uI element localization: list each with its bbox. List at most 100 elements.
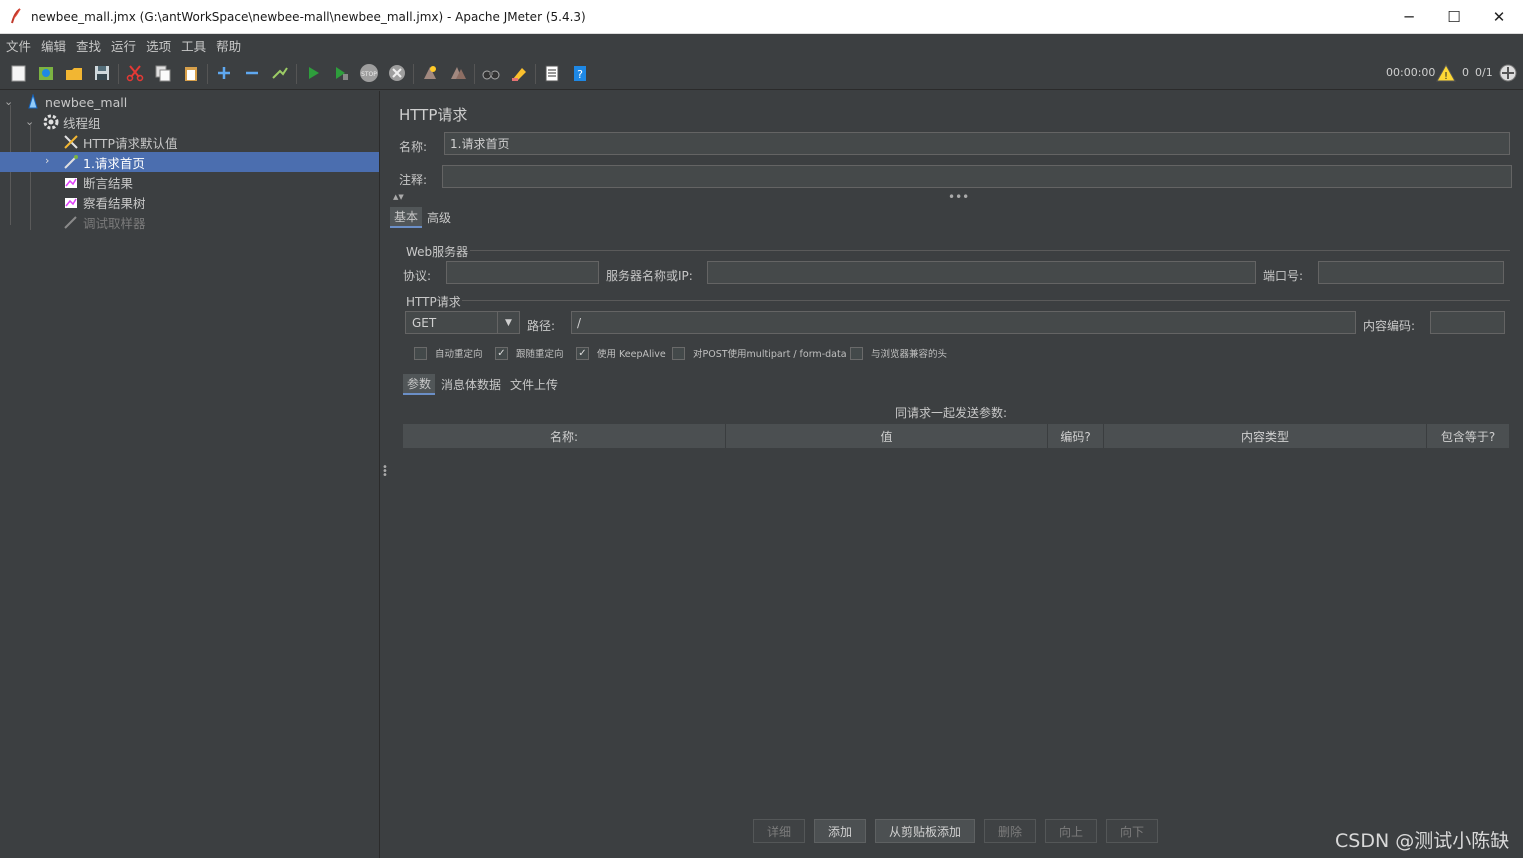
stop-icon[interactable]: STOP (358, 62, 380, 84)
pipette-icon (62, 153, 80, 171)
shutdown-icon[interactable] (386, 62, 408, 84)
section-divider[interactable]: ▲▼ ••• (388, 190, 1523, 204)
copy-icon[interactable] (152, 62, 174, 84)
menu-options[interactable]: 选项 (146, 36, 171, 55)
toggle-icon[interactable] (269, 62, 291, 84)
reset-search-icon[interactable] (508, 62, 530, 84)
move-up-button[interactable]: 向上 (1045, 819, 1097, 843)
auto-redirect-checkbox[interactable]: 自动重定向 (414, 346, 483, 360)
comment-field[interactable] (442, 165, 1512, 188)
menu-file[interactable]: 文件 (6, 36, 31, 55)
path-label: 路径: (527, 319, 556, 333)
active-threads: 0/1 (1475, 66, 1493, 79)
save-icon[interactable] (91, 62, 113, 84)
name-field[interactable]: 1.请求首页 (444, 132, 1510, 155)
tab-basic[interactable]: 基本 (390, 207, 423, 228)
svg-text:STOP: STOP (361, 71, 377, 78)
tree-node-view-results-tree[interactable]: 察看结果树 (62, 192, 146, 212)
collapse-all-icon[interactable] (241, 62, 263, 84)
menu-tools[interactable]: 工具 (181, 36, 206, 55)
expand-sampler-chevron-icon[interactable]: › (45, 154, 49, 167)
collapse-arrows-icon[interactable]: ▲▼ (393, 193, 404, 201)
tree-node-http-defaults[interactable]: HTTP请求默认值 (62, 132, 178, 152)
detail-button[interactable]: 详细 (753, 819, 805, 843)
warning-icon[interactable]: ! (1435, 62, 1457, 84)
menu-search[interactable]: 查找 (76, 36, 101, 55)
add-button[interactable]: 添加 (814, 819, 866, 843)
follow-redirect-checkbox[interactable]: ✓ 跟随重定向 (495, 346, 564, 360)
test-plan-icon (24, 93, 42, 111)
name-label: 名称: (399, 140, 428, 154)
cut-icon[interactable] (124, 62, 146, 84)
start-no-pause-icon[interactable] (330, 62, 352, 84)
checkmark-icon[interactable]: ✓ (495, 346, 508, 360)
checkmark-icon[interactable]: ✓ (576, 346, 589, 360)
clear-all-icon[interactable] (447, 62, 469, 84)
multipart-checkbox[interactable]: 对POST使用multipart / form-data (672, 346, 847, 360)
menu-bar: 文件 编辑 查找 运行 选项 工具 帮助 (0, 34, 1523, 56)
maximize-button[interactable]: ☐ (1431, 0, 1477, 34)
port-label: 端口号: (1263, 269, 1304, 283)
elapsed-timer: 00:00:00 (1386, 66, 1436, 79)
checkbox-box[interactable] (672, 346, 685, 360)
page-title: HTTP请求 (399, 106, 468, 124)
tab-advanced[interactable]: 高级 (423, 207, 455, 228)
templates-icon[interactable] (35, 62, 57, 84)
chevron-down-icon[interactable]: ▼ (497, 312, 519, 333)
tab-parameters[interactable]: 参数 (403, 374, 436, 395)
delete-button[interactable]: 删除 (984, 819, 1036, 843)
column-value[interactable]: 值 (726, 424, 1048, 448)
open-icon[interactable] (63, 62, 85, 84)
expand-all-icon[interactable] (213, 62, 235, 84)
svg-text:!: ! (1444, 71, 1448, 82)
method-select[interactable]: GET ▼ (405, 311, 520, 334)
move-down-button[interactable]: 向下 (1106, 819, 1158, 843)
clear-icon[interactable] (419, 62, 441, 84)
error-count: 0 (1462, 66, 1469, 79)
tab-body-data[interactable]: 消息体数据 (437, 374, 505, 395)
checkbox-box[interactable] (850, 346, 863, 360)
checkbox-label: 自动重定向 (435, 349, 483, 360)
menu-help[interactable]: 帮助 (216, 36, 241, 55)
paste-icon[interactable] (180, 62, 202, 84)
new-icon[interactable] (8, 62, 30, 84)
minimize-button[interactable]: ─ (1386, 0, 1432, 34)
collapse-thread-group-chevron-icon[interactable]: ⌄ (25, 115, 34, 128)
pipette-icon (62, 213, 80, 231)
encoding-field[interactable] (1430, 311, 1505, 334)
tree-node-assertion-results[interactable]: 断言结果 (62, 172, 133, 192)
help-icon[interactable]: ? (569, 62, 591, 84)
tab-file-upload[interactable]: 文件上传 (506, 374, 562, 395)
server-field[interactable] (707, 261, 1256, 284)
add-from-clipboard-button[interactable]: 从剪贴板添加 (875, 819, 975, 843)
tree-node-debug-sampler[interactable]: 调试取样器 (62, 212, 146, 232)
protocol-field[interactable] (446, 261, 599, 284)
column-encode[interactable]: 编码? (1048, 424, 1104, 448)
column-content-type[interactable]: 内容类型 (1104, 424, 1427, 448)
function-helper-icon[interactable] (541, 62, 563, 84)
method-value: GET (412, 316, 437, 330)
keepalive-checkbox[interactable]: ✓ 使用 KeepAlive (576, 346, 666, 360)
path-field[interactable]: / (571, 311, 1356, 334)
tree-node-thread-group[interactable]: 线程组 (42, 112, 101, 132)
tree-node-http-sampler[interactable]: 1.请求首页 (0, 152, 379, 172)
checkbox-box[interactable] (414, 346, 427, 360)
search-icon[interactable] (480, 62, 502, 84)
column-name[interactable]: 名称: (403, 424, 726, 448)
tree-node-test-plan[interactable]: newbee_mall (24, 92, 127, 112)
port-field[interactable] (1318, 261, 1504, 284)
column-include-equals[interactable]: 包含等于? (1427, 424, 1509, 448)
close-button[interactable]: ✕ (1476, 0, 1522, 34)
chart-icon (62, 193, 80, 211)
menu-edit[interactable]: 编辑 (41, 36, 66, 55)
chart-icon (62, 173, 80, 191)
browser-headers-checkbox[interactable]: 与浏览器兼容的头 (850, 346, 947, 360)
server-label: 服务器名称或IP: (606, 269, 693, 283)
jmeter-feather-icon (11, 8, 21, 24)
panel-splitter[interactable]: • • • (380, 91, 388, 858)
menu-run[interactable]: 运行 (111, 36, 136, 55)
start-icon[interactable] (302, 62, 324, 84)
tree-node-label: 1.请求首页 (83, 155, 145, 171)
encoding-label: 内容编码: (1363, 319, 1416, 333)
collapse-root-chevron-icon[interactable]: ⌄ (4, 95, 13, 108)
